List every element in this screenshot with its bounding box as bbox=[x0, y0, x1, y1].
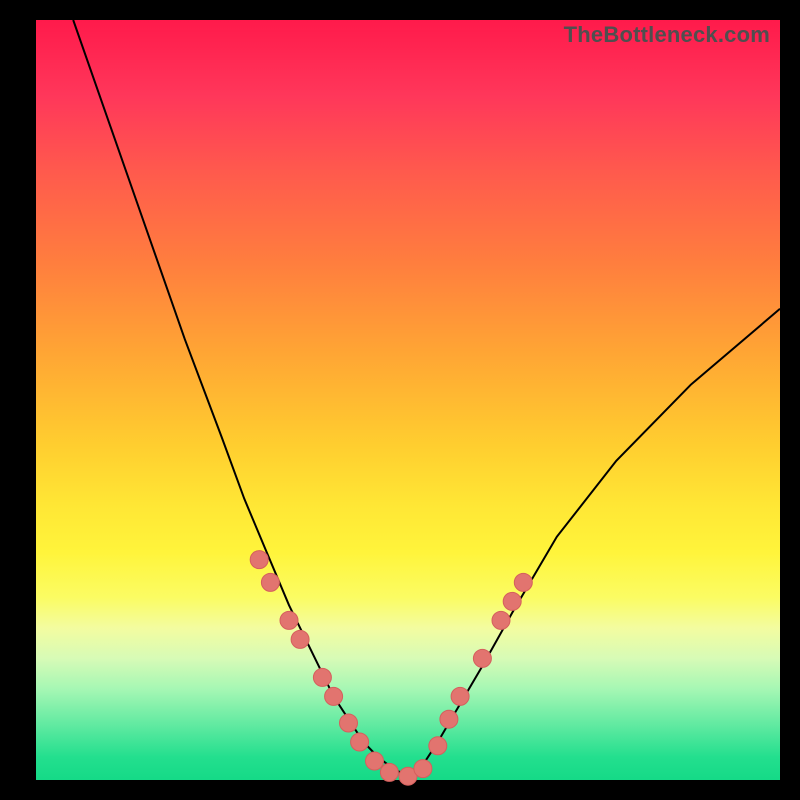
data-point bbox=[414, 760, 432, 778]
plot-area: TheBottleneck.com bbox=[36, 20, 780, 780]
data-point bbox=[380, 763, 398, 781]
data-point bbox=[291, 630, 309, 648]
data-point bbox=[492, 611, 510, 629]
data-point bbox=[451, 687, 469, 705]
data-point bbox=[325, 687, 343, 705]
data-point bbox=[514, 573, 532, 591]
data-point bbox=[366, 752, 384, 770]
data-point bbox=[473, 649, 491, 667]
data-point bbox=[261, 573, 279, 591]
curve-layer bbox=[36, 20, 780, 780]
data-points bbox=[250, 551, 532, 786]
data-point bbox=[313, 668, 331, 686]
curve-left bbox=[73, 20, 408, 776]
data-point bbox=[429, 737, 447, 755]
curve-right bbox=[408, 309, 780, 776]
data-point bbox=[340, 714, 358, 732]
chart-stage: TheBottleneck.com bbox=[0, 0, 800, 800]
data-point bbox=[440, 710, 458, 728]
data-point bbox=[351, 733, 369, 751]
data-point bbox=[503, 592, 521, 610]
data-point bbox=[280, 611, 298, 629]
data-point bbox=[250, 551, 268, 569]
